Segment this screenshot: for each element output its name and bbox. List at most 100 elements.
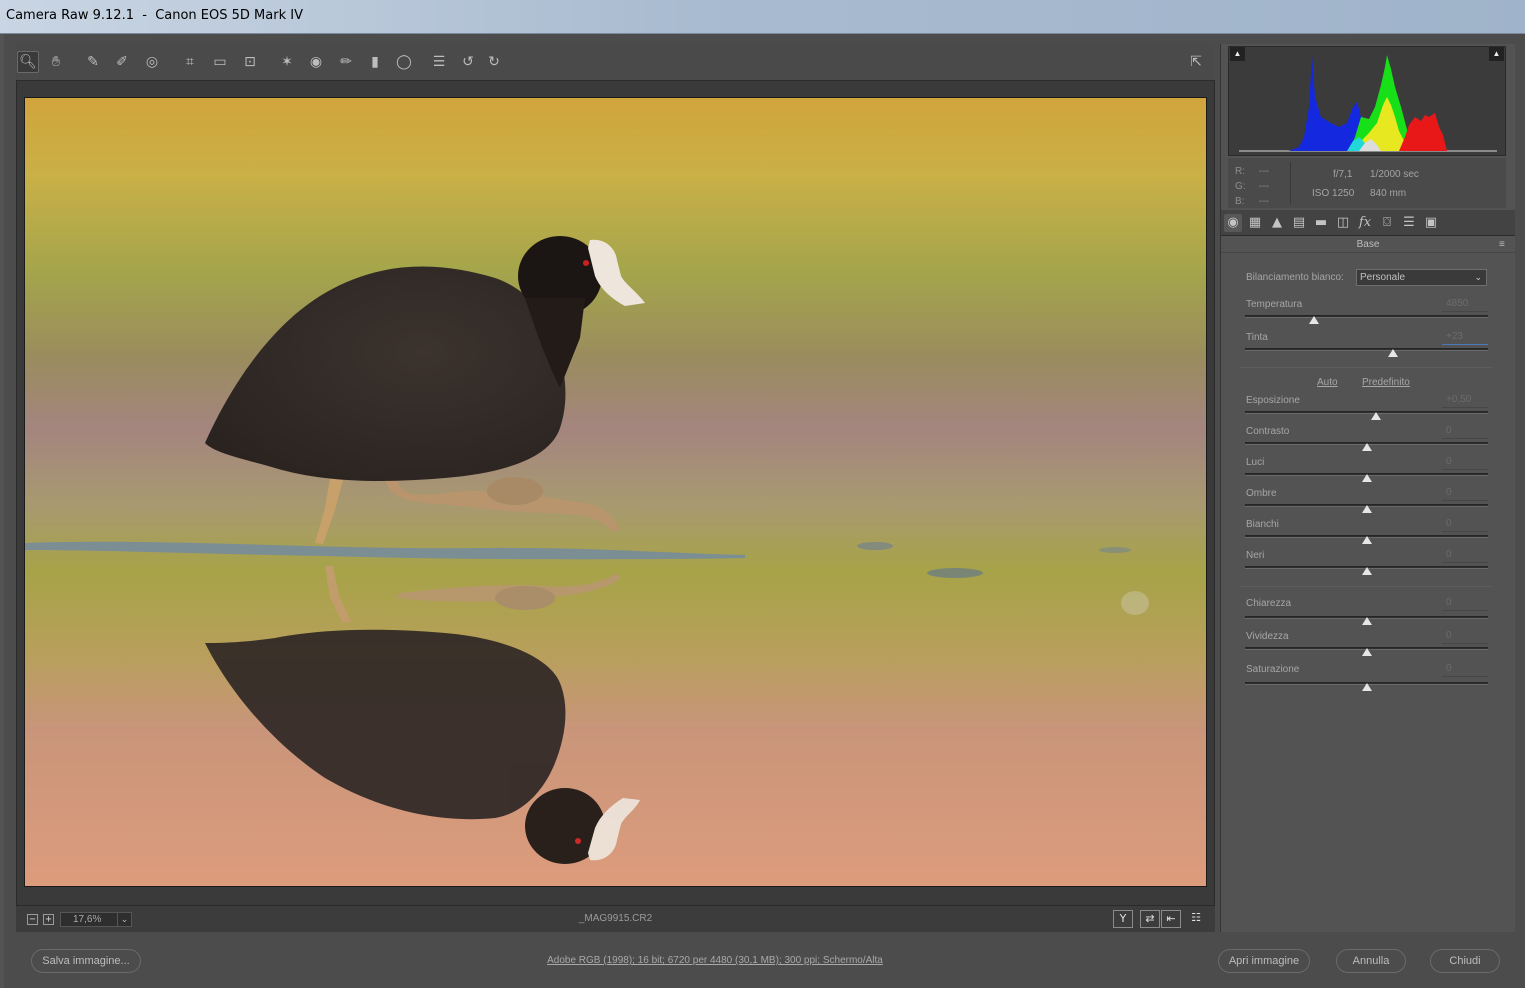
esposizione-slider-thumb[interactable] [1371, 412, 1382, 420]
rotate-right-icon[interactable]: ↻ [483, 51, 505, 73]
bianchi-value-input[interactable]: 0 [1442, 518, 1488, 532]
straighten-tool-icon[interactable]: ▭ [209, 51, 231, 73]
vividezza-value-input[interactable]: 0 [1442, 630, 1488, 644]
preferences-icon[interactable]: ☰ [428, 51, 450, 73]
default-button[interactable]: Predefinito [1362, 377, 1410, 388]
g-value: --- [1259, 181, 1269, 192]
rotate-left-icon[interactable]: ↺ [457, 51, 479, 73]
tab-basic-icon[interactable]: ◉ [1224, 214, 1242, 232]
tab-split-toning-icon[interactable]: ▬ [1312, 214, 1330, 232]
adjustment-brush-icon[interactable]: ✏ [335, 51, 357, 73]
toggle-settings-icon[interactable]: ☷ [1186, 910, 1206, 928]
neri-value-input[interactable]: 0 [1442, 549, 1488, 563]
ombre-label: Ombre [1246, 488, 1277, 499]
luci-value-input[interactable]: 0 [1442, 456, 1488, 470]
toolbar: 🔍︎ ✋︎ ✎ ✐ ◎ ⌗ ▭ ⊡ ✶ ◉ ✏ ▮ ◯ ☰ ↺ ↻ ⇱ [16, 44, 1215, 81]
temperatura-slider-thumb[interactable] [1309, 316, 1320, 324]
camera-info: R: --- G: --- B: --- f/7,1 1/2000 sec ISO 1… [1228, 158, 1506, 208]
radial-filter-icon[interactable]: ◯ [393, 51, 415, 73]
ombre-value-input[interactable]: 0 [1442, 487, 1488, 501]
neri-label: Neri [1246, 550, 1265, 561]
panel-tabs: ◉ ▦ ▲ ▤ ▬ ◫ fx ⌼ ☰ ▣ [1221, 210, 1515, 236]
focal-length-value: 840 mm [1370, 188, 1407, 199]
contrasto-value-input[interactable]: 0 [1442, 425, 1488, 439]
panel-menu-icon[interactable]: ≡ [1499, 239, 1505, 250]
temperatura-slider-track[interactable] [1245, 315, 1488, 318]
tinta-label: Tinta [1246, 332, 1268, 343]
tab-tone-curve-icon[interactable]: ▦ [1246, 214, 1264, 232]
saturazione-slider-thumb[interactable] [1361, 683, 1372, 691]
cancel-button[interactable]: Annulla [1336, 949, 1406, 973]
white-balance-tool-icon[interactable]: ✎ [82, 51, 104, 73]
r-value: --- [1259, 166, 1269, 177]
esposizione-slider-track[interactable] [1245, 411, 1488, 414]
open-image-button[interactable]: Apri immagine [1218, 949, 1310, 973]
swap-before-after-button[interactable]: ⇄ [1140, 910, 1160, 928]
tab-detail-icon[interactable]: ▲ [1268, 214, 1286, 232]
white-balance-select[interactable]: Personale ⌄ [1356, 269, 1487, 286]
histogram: ▲ ▲ [1228, 46, 1506, 156]
contrasto-label: Contrasto [1246, 426, 1290, 437]
tinta-slider-thumb[interactable] [1388, 349, 1399, 357]
chiarezza-value-input[interactable]: 0 [1442, 597, 1488, 611]
iso-value: ISO 1250 [1312, 188, 1355, 199]
shutter-speed-value: 1/2000 sec [1370, 169, 1419, 180]
saturazione-label: Saturazione [1246, 664, 1300, 675]
color-sampler-tool-icon[interactable]: ✐ [111, 51, 133, 73]
histogram-graph [1239, 55, 1497, 152]
targeted-adjustment-tool-icon[interactable]: ◎ [141, 51, 163, 73]
saturazione-value-input[interactable]: 0 [1442, 663, 1488, 677]
photo-preview[interactable] [24, 97, 1207, 887]
tab-snapshots-icon[interactable]: ▣ [1422, 214, 1440, 232]
window-title: Camera Raw 9.12.1 - Canon EOS 5D Mark IV [6, 8, 303, 23]
tab-effects-icon[interactable]: fx [1356, 214, 1374, 232]
tinta-slider-track[interactable] [1245, 348, 1488, 351]
bianchi-slider-thumb[interactable] [1361, 536, 1372, 544]
contrasto-slider-thumb[interactable] [1361, 443, 1372, 451]
tab-presets-icon[interactable]: ☰ [1400, 214, 1418, 232]
tinta-value-input[interactable]: +23 [1442, 331, 1488, 345]
white-balance-value: Personale [1360, 272, 1406, 283]
coot-reflection-photo [25, 98, 1206, 886]
vividezza-slider-thumb[interactable] [1361, 648, 1372, 656]
vividezza-label: Vividezza [1246, 631, 1289, 642]
close-button[interactable]: Chiudi [1430, 949, 1500, 973]
preview-status-bar: − + 17,6% ⌄ _MAG9915.CR2 Y ⇄ ⇤ ☷ [16, 905, 1215, 932]
chevron-down-icon: ⌄ [1474, 272, 1482, 282]
chiarezza-slider-thumb[interactable] [1361, 617, 1372, 625]
panel-title: Base [1221, 237, 1515, 253]
luci-label: Luci [1246, 457, 1265, 468]
graduated-filter-icon[interactable]: ▮ [364, 51, 386, 73]
bianchi-label: Bianchi [1246, 519, 1279, 530]
neri-slider-thumb[interactable] [1361, 567, 1372, 575]
hand-tool-icon[interactable]: ✋︎ [45, 51, 67, 73]
aperture-value: f/7,1 [1333, 169, 1353, 180]
chiarezza-label: Chiarezza [1246, 598, 1292, 609]
auto-button[interactable]: Auto [1317, 377, 1338, 388]
fullscreen-toggle-icon[interactable]: ⇱ [1185, 51, 1207, 73]
info-divider [1290, 162, 1291, 204]
zoom-tool-icon[interactable]: 🔍︎ [17, 51, 39, 73]
separator [1240, 586, 1493, 587]
title-bar: Camera Raw 9.12.1 - Canon EOS 5D Mark IV [0, 0, 1525, 34]
ombre-slider-thumb[interactable] [1361, 505, 1372, 513]
esposizione-label: Esposizione [1246, 395, 1300, 406]
luci-slider-thumb[interactable] [1361, 474, 1372, 482]
b-value: --- [1259, 196, 1269, 207]
workflow-options-link[interactable]: Adobe RGB (1998); 16 bit; 6720 per 4480 … [400, 955, 1030, 966]
tab-hsl-icon[interactable]: ▤ [1290, 214, 1308, 232]
copy-after-to-before-button[interactable]: ⇤ [1161, 910, 1181, 928]
red-eye-removal-icon[interactable]: ◉ [305, 51, 327, 73]
spot-removal-tool-icon[interactable]: ✶ [276, 51, 298, 73]
temperatura-value-input[interactable]: 4850 [1442, 298, 1488, 312]
tab-camera-calibration-icon[interactable]: ⌼ [1378, 214, 1396, 232]
white-balance-label: Bilanciamento bianco: [1246, 272, 1344, 283]
rgb-readout: R: --- G: --- B: --- [1235, 166, 1269, 207]
crop-tool-icon[interactable]: ⌗ [179, 51, 201, 73]
save-image-button[interactable]: Salva immagine... [31, 949, 141, 973]
before-after-view-button[interactable]: Y [1113, 910, 1133, 928]
esposizione-value-input[interactable]: +0,50 [1442, 394, 1488, 408]
filename-label: _MAG9915.CR2 [578, 913, 653, 924]
tab-lens-corrections-icon[interactable]: ◫ [1334, 214, 1352, 232]
transform-tool-icon[interactable]: ⊡ [239, 51, 261, 73]
